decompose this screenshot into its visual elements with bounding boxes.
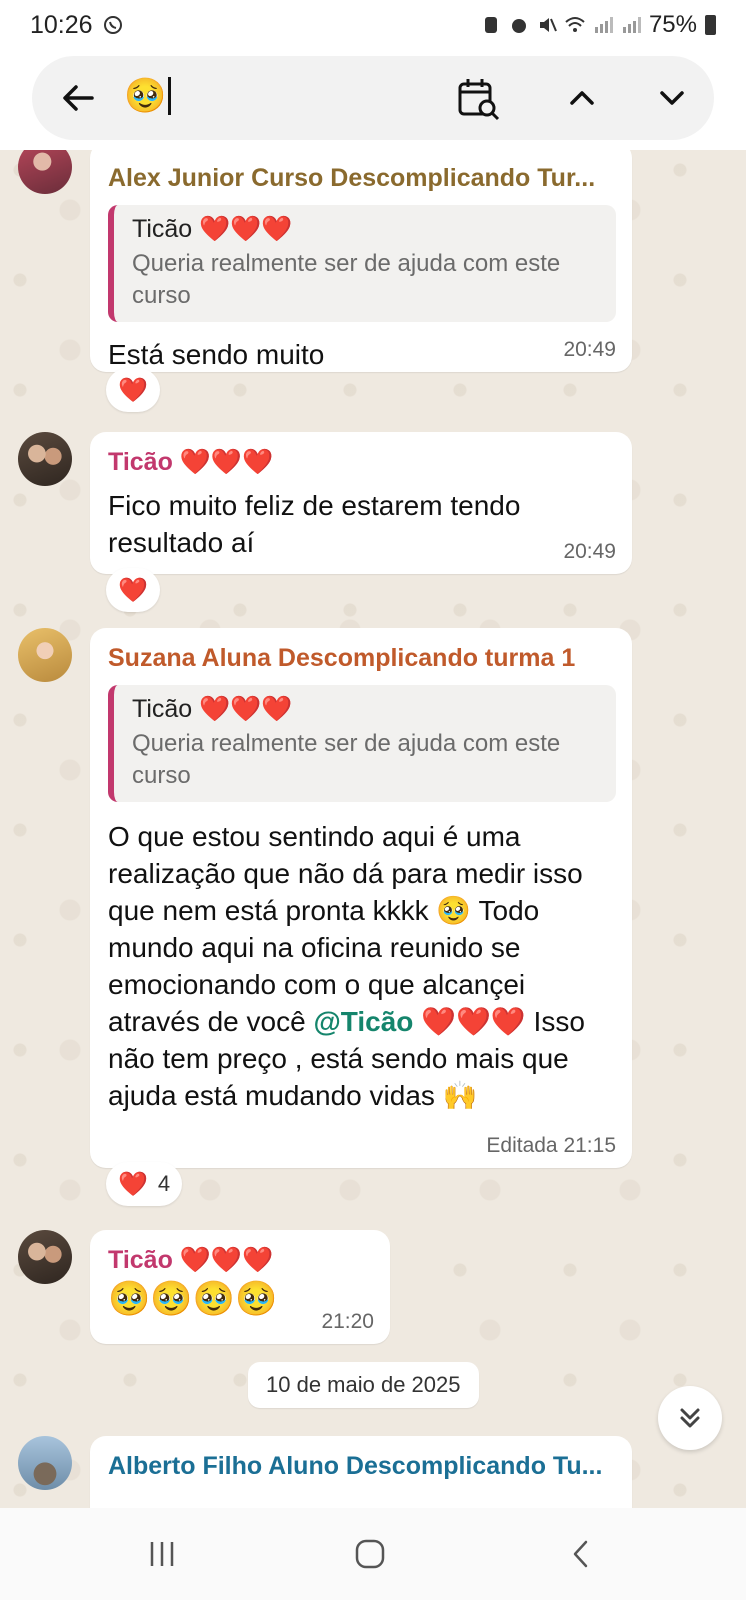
avatar[interactable] — [18, 628, 72, 682]
home-icon[interactable] — [354, 1538, 386, 1570]
search-pill: 🥹 — [32, 56, 714, 140]
quoted-message[interactable]: Ticão ❤️❤️❤️ Queria realmente ser de aju… — [108, 685, 616, 802]
signal-icon-1 — [594, 17, 613, 33]
back-arrow-icon[interactable] — [58, 78, 98, 118]
recent-apps-icon[interactable] — [146, 1538, 178, 1570]
wifi-icon — [565, 17, 585, 32]
scroll-to-bottom-button[interactable] — [658, 1386, 722, 1450]
signal-icon-2 — [622, 17, 641, 33]
mention-link[interactable]: @Ticão — [313, 1006, 413, 1037]
chat-messages[interactable]: Alex Junior Curso Descomplicando Tur... … — [0, 150, 746, 1508]
status-time-group: 10:26 — [30, 11, 123, 40]
sender-name[interactable]: Alex Junior Curso Descomplicando Tur... — [108, 164, 616, 193]
message-text: Está sendo muito — [108, 339, 325, 370]
message-bubble[interactable]: Ticão ❤️❤️❤️ 🥹🥹🥹🥹 21:20 — [90, 1230, 390, 1344]
avatar[interactable] — [18, 150, 72, 194]
message-text: Fico muito feliz de estarem tendo result… — [108, 490, 521, 558]
message-time: Editada 21:15 — [486, 1134, 616, 1157]
sender-name[interactable]: Alberto Filho Aluno Descomplicando Tu... — [108, 1452, 616, 1481]
quoted-text: Queria realmente ser de ajuda com este c… — [132, 250, 561, 309]
reaction-emoji: ❤️ — [118, 576, 148, 604]
chevron-down-icon[interactable] — [652, 78, 692, 118]
message-bubble[interactable]: Ticão ❤️❤️❤️ Fico muito feliz de estarem… — [90, 432, 632, 574]
status-icons: 75% — [481, 11, 716, 39]
search-toolbar: 🥹 — [0, 50, 746, 150]
sender-name[interactable]: Ticão ❤️❤️❤️ — [108, 448, 616, 477]
reaction-count: 4 — [157, 1171, 171, 1196]
reaction-badge[interactable]: ❤️ 4 — [106, 1162, 183, 1206]
text-cursor — [168, 77, 172, 115]
reaction-emoji: ❤️ — [118, 376, 148, 404]
search-query: 🥹 — [124, 77, 167, 115]
reaction-badge[interactable]: ❤️ — [106, 568, 160, 612]
avatar[interactable] — [18, 432, 72, 486]
message-time: 21:20 — [321, 1310, 374, 1333]
quoted-sender: Ticão ❤️❤️❤️ — [132, 695, 293, 723]
date-divider: 10 de maio de 2025 — [248, 1362, 479, 1408]
message-bubble[interactable]: Alex Junior Curso Descomplicando Tur... … — [90, 150, 632, 372]
message-time: 20:49 — [563, 338, 616, 361]
nav-back-icon[interactable] — [566, 1538, 598, 1570]
alarm-icon — [511, 19, 526, 33]
message-time: 20:49 — [563, 540, 616, 563]
system-navigation-bar — [0, 1508, 746, 1600]
message-text: O que estou sentindo aqui é uma realizaç… — [108, 818, 608, 1114]
data-saver-icon — [484, 17, 497, 33]
mute-icon — [539, 18, 557, 32]
whatsapp-notification-icon — [103, 16, 122, 34]
quoted-sender: Ticão ❤️❤️❤️ — [132, 215, 293, 243]
status-bar: 10:26 75% — [0, 0, 746, 50]
reaction-emoji: ❤️ — [118, 1170, 148, 1198]
avatar[interactable] — [18, 1230, 72, 1284]
quoted-message[interactable]: Ticão ❤️❤️❤️ Queria realmente ser de aju… — [108, 205, 616, 322]
message-text-part: O que estou sentindo aqui é uma realizaç… — [108, 821, 583, 1037]
avatar[interactable] — [18, 1436, 72, 1490]
double-chevron-down-icon — [680, 1408, 700, 1428]
message-bubble[interactable]: Suzana Aluna Descomplicando turma 1 Ticã… — [90, 628, 632, 1168]
sender-name[interactable]: Ticão ❤️❤️❤️ — [108, 1246, 374, 1275]
sender-name[interactable]: Suzana Aluna Descomplicando turma 1 — [108, 644, 616, 673]
quoted-text: Queria realmente ser de ajuda com este c… — [132, 730, 561, 789]
message-bubble[interactable]: Alberto Filho Aluno Descomplicando Tu... — [90, 1436, 632, 1508]
reaction-badge[interactable]: ❤️ — [106, 368, 160, 412]
battery-icon — [705, 15, 716, 35]
battery-percent: 75% — [648, 11, 697, 38]
status-time: 10:26 — [30, 10, 93, 39]
search-by-date-icon[interactable] — [456, 76, 502, 122]
search-input[interactable]: 🥹 — [124, 76, 172, 116]
chevron-up-icon[interactable] — [562, 78, 602, 118]
